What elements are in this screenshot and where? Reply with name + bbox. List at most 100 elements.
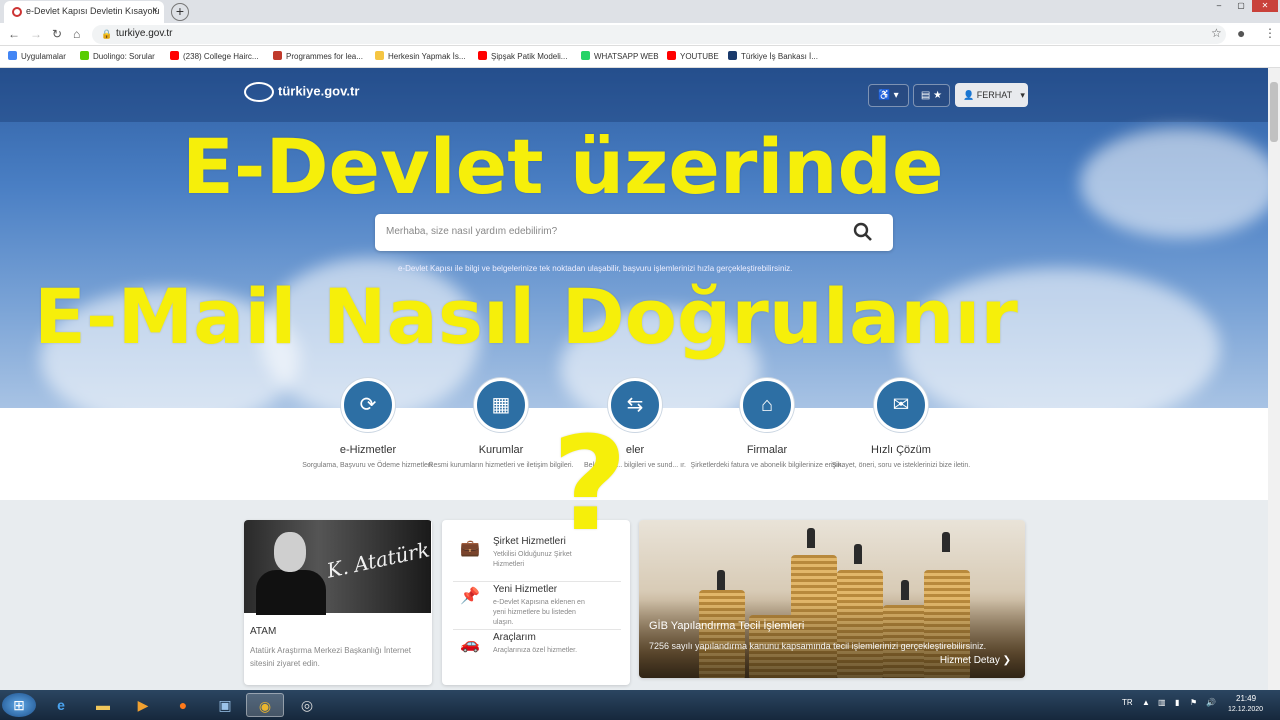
internet-explorer-icon[interactable]: e	[42, 693, 80, 717]
bookmark-label: WHATSAPP WEB	[594, 52, 659, 61]
forward-icon[interactable]: →	[30, 27, 42, 41]
figurine	[901, 580, 909, 600]
user-icon: 👤	[963, 90, 975, 100]
address-bar-row: ← → ↻ ⌂ 🔒 turkiye.gov.tr ☆ ● ⋮	[0, 23, 1280, 46]
bookmark-favicon-icon	[8, 51, 17, 60]
menu-dots-icon[interactable]: ⋮	[1264, 26, 1276, 40]
id-card-icon: ▤	[920, 90, 931, 101]
star-icon: ★	[933, 90, 943, 101]
language-indicator[interactable]: TR	[1122, 698, 1133, 707]
gib-banner[interactable]: GİB Yapılandırma Tecil İşlemleri 7256 sa…	[639, 520, 1025, 678]
bookmark-item[interactable]: (238) College Hairc...	[170, 51, 259, 61]
remote-desktop-icon[interactable]: ▣	[206, 693, 244, 717]
service-title: Hızlı Çözüm	[871, 444, 931, 456]
quick-link-icon: 💼	[460, 540, 480, 557]
portrait-body	[256, 570, 326, 615]
start-button-icon[interactable]: ⊞	[2, 693, 36, 717]
bookmark-favicon-icon	[667, 51, 676, 60]
bookmark-favicon-icon	[581, 51, 590, 60]
page-scrollbar[interactable]	[1268, 68, 1280, 690]
bookmark-label: Programmes for lea...	[286, 52, 363, 61]
new-tab-button[interactable]: +	[171, 3, 189, 21]
bookmark-label: YOUTUBE	[680, 52, 719, 61]
bookmark-item[interactable]: Herkesin Yapmak İs...	[375, 51, 466, 61]
search-icon[interactable]	[853, 222, 873, 242]
tray-signal-icon[interactable]: ▮	[1175, 698, 1179, 707]
quick-link-desc: e-Devlet Kapısına eklenen en yeni hizmet…	[493, 599, 585, 626]
gib-title: GİB Yapılandırma Tecil İşlemleri	[649, 620, 805, 632]
obs-icon[interactable]: ◎	[288, 693, 326, 717]
bookmark-favicon-icon	[273, 51, 282, 60]
bookmark-item[interactable]: Duolingo: Sorular	[80, 51, 155, 61]
media-player-icon[interactable]: ▶	[124, 693, 162, 717]
profile-avatar-icon[interactable]: ●	[1237, 25, 1245, 41]
close-window-button[interactable]: ✕	[1252, 0, 1278, 12]
bookmark-favicon-icon	[728, 51, 737, 60]
service-icon: ▦	[474, 378, 528, 432]
url-text: turkiye.gov.tr	[116, 28, 173, 39]
bookmark-favicon-icon	[478, 51, 487, 60]
file-explorer-icon[interactable]: ▬	[84, 693, 122, 717]
quick-link-item[interactable]: 📌 Yeni Hizmetler e-Devlet Kapısına eklenen…	[453, 582, 621, 630]
bookmark-item[interactable]: WHATSAPP WEB	[581, 51, 659, 61]
user-menu-button[interactable]: 👤 FERHAT ▾	[955, 83, 1028, 107]
chrome-icon[interactable]: ◉	[246, 693, 284, 717]
bookmark-favicon-icon	[375, 51, 384, 60]
quick-link-desc: Araçlarınıza özel hizmetler.	[493, 647, 578, 654]
quick-link-item[interactable]: 🚗 Araçlarım Araçlarınıza özel hizmetler.	[453, 630, 621, 678]
overlay-question-mark: ?	[552, 408, 628, 560]
figurine	[807, 528, 815, 548]
chevron-right-icon: ❯	[1002, 655, 1011, 666]
ataturk-panel[interactable]: K. Atatürk ATAM Atatürk Araştırma Merkez…	[244, 520, 432, 685]
user-name: FERHAT	[976, 90, 1012, 100]
firefox-icon[interactable]: ●	[164, 693, 202, 717]
cloud-decoration	[1080, 128, 1268, 238]
ataturk-desc: Atatürk Araştırma Merkezi Başkanlığı İnt…	[250, 646, 411, 668]
overlay-headline-2: E-Mail Nasıl Doğrulanır	[34, 272, 1018, 361]
url-input[interactable]: 🔒 turkiye.gov.tr	[92, 25, 1226, 44]
back-icon[interactable]: ←	[8, 27, 20, 41]
quick-link-icon: 📌	[460, 588, 480, 605]
accessibility-icon: ♿	[878, 90, 891, 101]
bookmark-label: Duolingo: Sorular	[93, 52, 155, 61]
bookmark-label: Herkesin Yapmak İs...	[388, 52, 466, 61]
bookmark-star-icon[interactable]: ☆	[1211, 26, 1222, 40]
bookmarks-bar: Uygulamalar Duolingo: Sorular (238) Colleg…	[0, 46, 1280, 68]
bookmark-item[interactable]: Programmes for lea...	[273, 51, 363, 61]
maximize-button[interactable]: ▢	[1230, 0, 1252, 12]
reload-icon[interactable]: ↻	[52, 27, 62, 41]
bookmark-label: (238) College Hairc...	[183, 52, 259, 61]
scrollbar-thumb[interactable]	[1270, 82, 1278, 142]
favorites-button[interactable]: ▤ ★	[913, 84, 950, 107]
bookmark-item[interactable]: Türkiye İş Bankası İ...	[728, 51, 818, 61]
clock-time[interactable]: 21:49	[1236, 694, 1256, 703]
bookmark-item[interactable]: Şipşak Patik Modeli...	[478, 51, 567, 61]
bookmark-item[interactable]: Uygulamalar	[8, 51, 66, 61]
tab-title: e-Devlet Kapısı Devletin Kısayolu	[26, 6, 160, 16]
tray-network-icon[interactable]: ▥	[1158, 698, 1166, 707]
site-search-input[interactable]: Merhaba, size nasıl yardım edebilirim?	[375, 214, 893, 251]
site-header	[0, 68, 1268, 122]
service-card[interactable]: ✉ Hızlı Çözüm Şikayet, öneri, soru ve iste…	[821, 378, 981, 471]
tray-arrow-icon[interactable]: ▲	[1142, 698, 1150, 707]
bookmark-item[interactable]: YOUTUBE	[667, 51, 719, 61]
chevron-down-icon: ▾	[1020, 90, 1025, 100]
site-logo[interactable]: türkiye.gov.tr	[244, 82, 359, 102]
accessibility-button[interactable]: ♿ ▾	[868, 84, 909, 107]
tray-flag-icon[interactable]: ⚑	[1190, 698, 1197, 707]
minimize-button[interactable]: –	[1208, 0, 1230, 12]
gib-detail-link[interactable]: Hizmet Detay ❯	[940, 655, 1011, 666]
service-icon: ⌂	[740, 378, 794, 432]
home-icon[interactable]: ⌂	[73, 27, 80, 41]
banner-shade	[639, 600, 1025, 678]
clock-date[interactable]: 12.12.2020	[1228, 706, 1263, 713]
browser-tab[interactable]: e-Devlet Kapısı Devletin Kısayolu ×	[4, 1, 164, 23]
quick-link-title: Araçlarım	[493, 632, 536, 643]
bookmark-favicon-icon	[170, 51, 179, 60]
tab-close-icon[interactable]: ×	[152, 5, 158, 16]
portrait-face	[274, 532, 306, 572]
service-desc: Şikayet, öneri, soru ve isteklerinizi bi…	[831, 462, 971, 469]
bookmark-favicon-icon	[80, 51, 89, 60]
tray-volume-icon[interactable]: 🔊	[1206, 698, 1216, 707]
bookmark-label: Türkiye İş Bankası İ...	[741, 52, 818, 61]
